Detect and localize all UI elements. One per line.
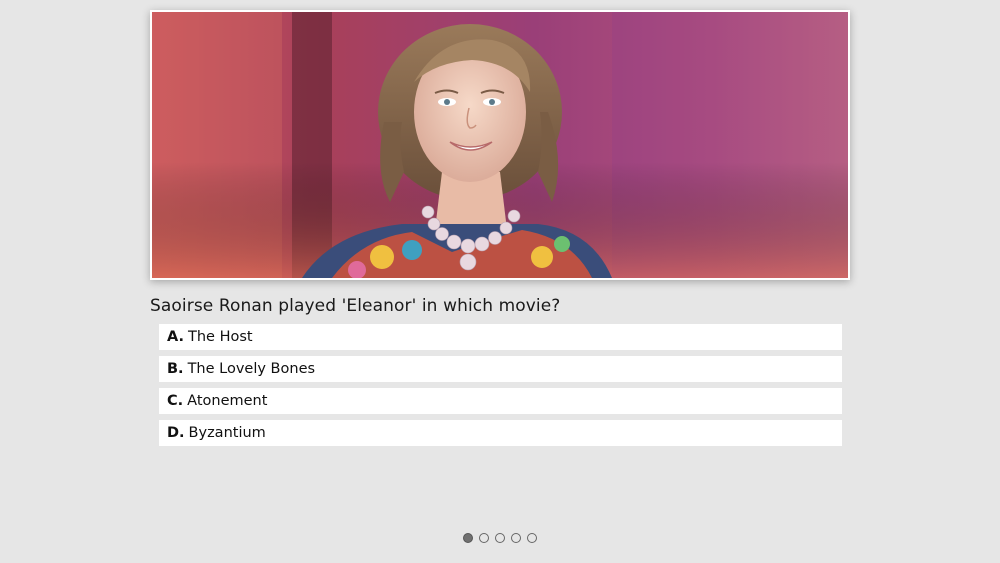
answer-option-c[interactable]: C. Atonement <box>159 388 842 414</box>
answer-letter: B. <box>167 361 184 377</box>
answer-text: Byzantium <box>188 425 266 441</box>
page-indicator <box>0 533 1000 543</box>
page-dot-2[interactable] <box>479 533 489 543</box>
answer-option-d[interactable]: D. Byzantium <box>159 420 842 446</box>
answer-letter: C. <box>167 393 184 409</box>
answer-text: The Host <box>188 329 253 345</box>
page-dot-1[interactable] <box>463 533 473 543</box>
question-photo <box>150 10 850 280</box>
answer-letter: A. <box>167 329 184 345</box>
answer-list: A. The Host B. The Lovely Bones C. Atone… <box>159 324 842 452</box>
page-dot-5[interactable] <box>527 533 537 543</box>
question-text: Saoirse Ronan played 'Eleanor' in which … <box>150 296 561 316</box>
answer-text: The Lovely Bones <box>187 361 316 377</box>
answer-text: Atonement <box>187 393 268 409</box>
answer-letter: D. <box>167 425 185 441</box>
page-dot-4[interactable] <box>511 533 521 543</box>
page-dot-3[interactable] <box>495 533 505 543</box>
answer-option-b[interactable]: B. The Lovely Bones <box>159 356 842 382</box>
portrait-photo-icon <box>152 12 848 278</box>
quiz-screen: Saoirse Ronan played 'Eleanor' in which … <box>0 0 1000 563</box>
answer-option-a[interactable]: A. The Host <box>159 324 842 350</box>
